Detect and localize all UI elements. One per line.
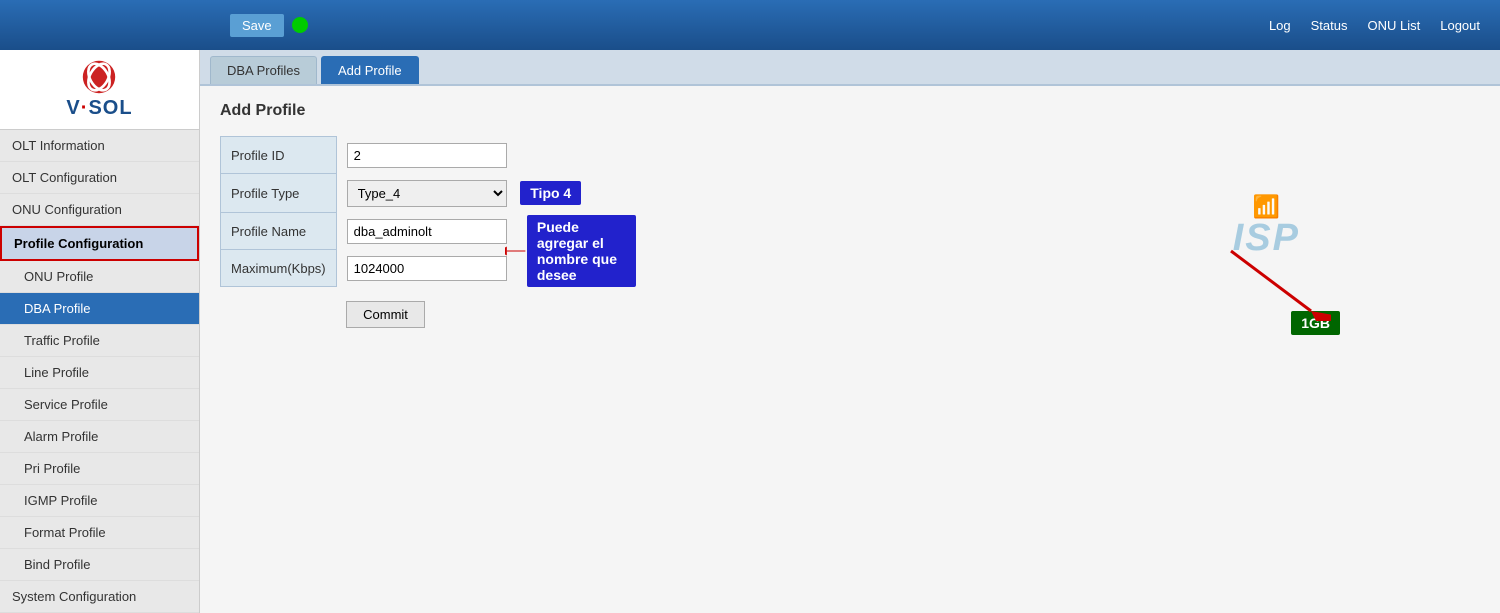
main-layout: V·SOL OLT Information OLT Configuration …: [0, 50, 1500, 613]
gb-annotation: 1GB: [1291, 311, 1340, 335]
sidebar-item-bind-profile[interactable]: Bind Profile: [0, 549, 199, 581]
sidebar-item-profile-configuration[interactable]: Profile Configuration: [0, 226, 199, 261]
sidebar-item-format-profile[interactable]: Format Profile: [0, 517, 199, 549]
content-area: Add Profile Profile ID Profile Type: [200, 86, 1500, 472]
commit-cell: Commit: [336, 287, 592, 334]
status-indicator: [292, 17, 308, 33]
sidebar-item-service-profile[interactable]: Service Profile: [0, 389, 199, 421]
status-link[interactable]: Status: [1311, 18, 1348, 33]
content-wrapper: Profile ID Profile Type Type_1 Type_2 Ty…: [220, 136, 1480, 456]
profile-type-label: Profile Type: [221, 174, 337, 213]
diagonal-arrow-icon: [1211, 241, 1331, 321]
profile-id-cell: [336, 137, 592, 174]
sidebar-item-onu-configuration[interactable]: ONU Configuration: [0, 194, 199, 226]
profile-type-row: Profile Type Type_1 Type_2 Type_3 Type_4…: [221, 174, 592, 213]
tab-dba-profiles[interactable]: DBA Profiles: [210, 56, 317, 84]
maximum-kbps-label: Maximum(Kbps): [221, 250, 337, 287]
profile-type-cell: Type_1 Type_2 Type_3 Type_4 Type_5 Tipo …: [336, 174, 592, 213]
profile-name-cell: Puede agregar el nombre que desee: [336, 213, 592, 250]
maximum-kbps-input[interactable]: [347, 256, 507, 281]
save-button[interactable]: Save: [230, 14, 284, 37]
vsol-logo: V·SOL: [66, 59, 132, 120]
logout-link[interactable]: Logout: [1440, 18, 1480, 33]
save-section: Save: [230, 14, 308, 37]
sidebar-item-dba-profile[interactable]: DBA Profile: [0, 293, 199, 325]
commit-button[interactable]: Commit: [346, 301, 425, 328]
profile-id-input[interactable]: [347, 143, 507, 168]
sidebar-item-olt-information[interactable]: OLT Information: [0, 130, 199, 162]
sidebar-item-traffic-profile[interactable]: Traffic Profile: [0, 325, 199, 357]
tipo4-callout: Tipo 4: [520, 181, 581, 205]
logo-area: V·SOL: [0, 50, 199, 130]
profile-id-row: Profile ID: [221, 137, 592, 174]
profile-name-row: Profile Name: [221, 213, 592, 250]
sidebar-item-system-configuration[interactable]: System Configuration: [0, 581, 199, 613]
vsol-brand-text: V·SOL: [66, 97, 132, 120]
tab-add-profile[interactable]: Add Profile: [321, 56, 419, 84]
commit-spacer: [221, 287, 337, 334]
main-content: DBA Profiles Add Profile Add Profile Pro…: [200, 50, 1500, 613]
maximum-kbps-row: Maximum(Kbps): [221, 250, 592, 287]
top-header: Save Log Status ONU List Logout: [0, 0, 1500, 50]
sidebar-item-onu-profile[interactable]: ONU Profile: [0, 261, 199, 293]
wifi-icon: 📶: [1233, 196, 1300, 218]
commit-row: Commit: [221, 287, 592, 334]
page-title: Add Profile: [220, 102, 1480, 120]
sidebar-item-alarm-profile[interactable]: Alarm Profile: [0, 421, 199, 453]
profile-name-label: Profile Name: [221, 213, 337, 250]
profile-type-select[interactable]: Type_1 Type_2 Type_3 Type_4 Type_5: [347, 180, 507, 207]
add-profile-form: Profile ID Profile Type Type_1 Type_2 Ty…: [220, 136, 592, 334]
profile-id-label: Profile ID: [221, 137, 337, 174]
sidebar-item-line-profile[interactable]: Line Profile: [0, 357, 199, 389]
onu-list-link[interactable]: ONU List: [1368, 18, 1421, 33]
profile-name-input[interactable]: [347, 219, 507, 244]
log-link[interactable]: Log: [1269, 18, 1291, 33]
tab-bar: DBA Profiles Add Profile: [200, 50, 1500, 86]
sidebar-item-igmp-profile[interactable]: IGMP Profile: [0, 485, 199, 517]
maximum-kbps-cell: [336, 250, 592, 287]
vsol-emblem-icon: [81, 59, 117, 95]
sidebar-item-pri-profile[interactable]: Pri Profile: [0, 453, 199, 485]
sidebar-item-olt-configuration[interactable]: OLT Configuration: [0, 162, 199, 194]
sidebar: V·SOL OLT Information OLT Configuration …: [0, 50, 200, 613]
